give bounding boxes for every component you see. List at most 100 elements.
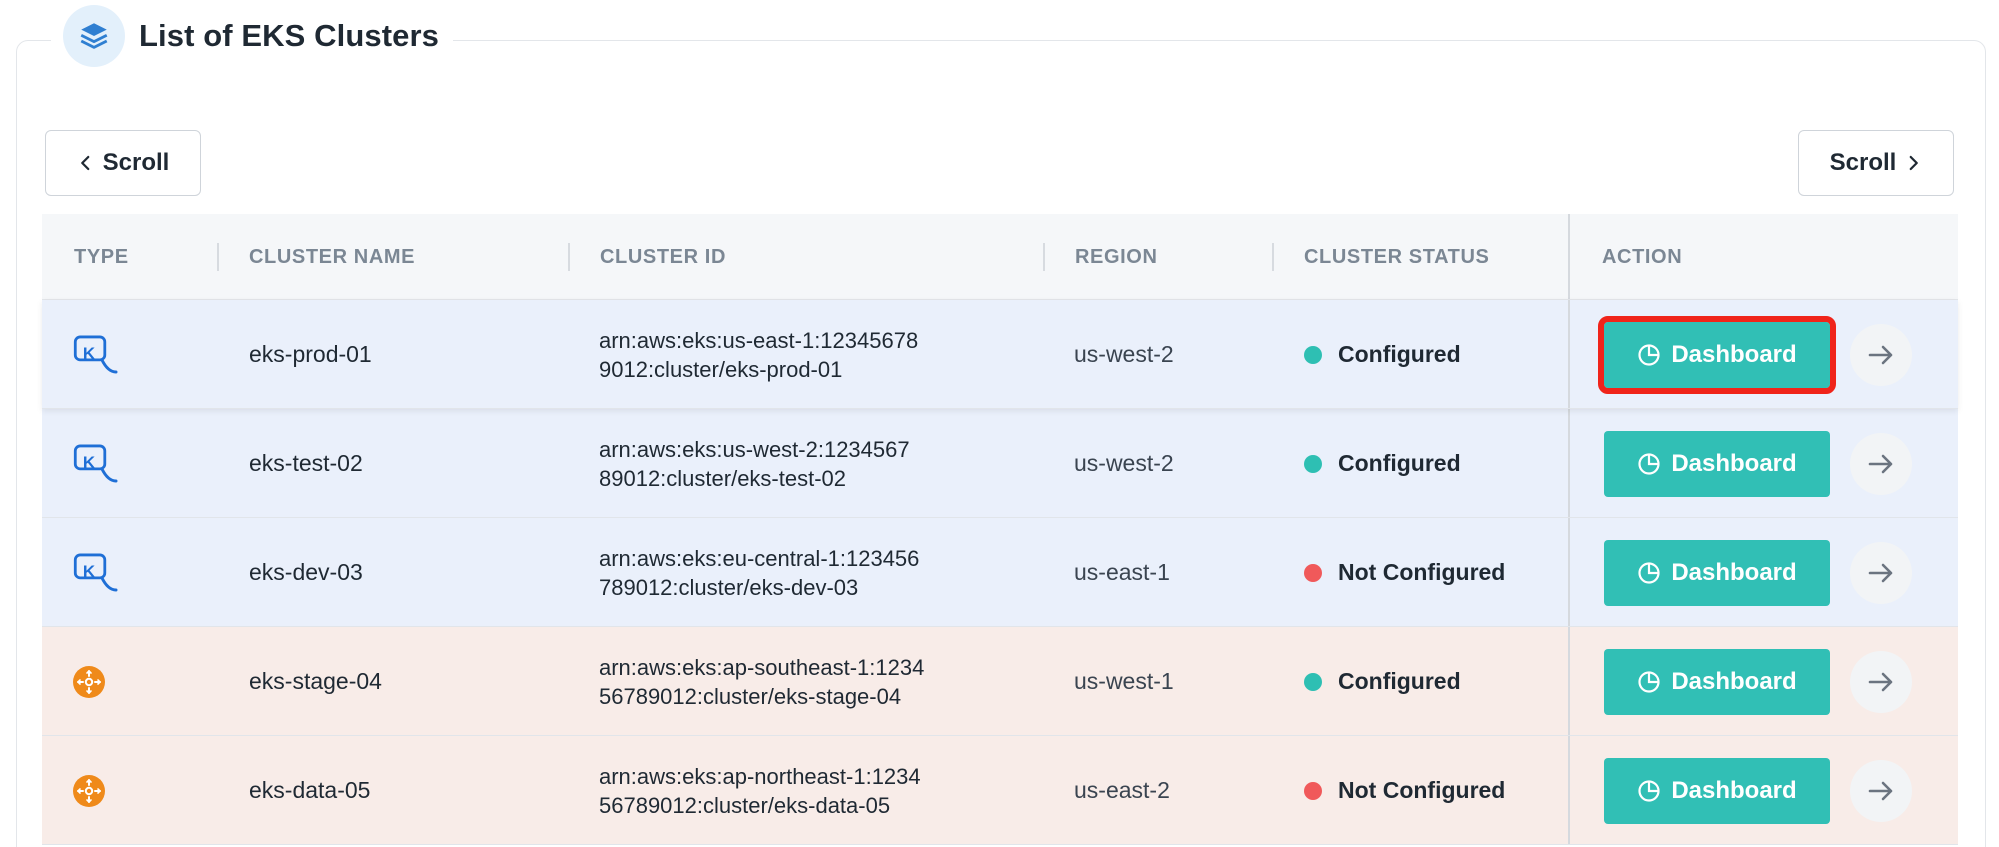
cluster-id-line: arn:aws:eks:ap-northeast-1:1234 xyxy=(599,763,921,789)
dashboard-button[interactable]: Dashboard xyxy=(1604,430,1830,497)
pie-chart-icon xyxy=(1638,779,1660,802)
column-header-type: TYPE xyxy=(74,245,129,268)
cluster-id: arn:aws:eks:us-west-2:1234567 89012:clus… xyxy=(599,409,910,518)
column-header-region: REGION xyxy=(1075,245,1158,268)
chevron-right-icon xyxy=(1909,155,1919,171)
status-dot xyxy=(1304,563,1322,582)
column-divider xyxy=(1043,243,1045,271)
arrow-right-icon xyxy=(1868,563,1893,582)
aws-service-icon xyxy=(72,627,106,736)
scroll-left-button[interactable]: Scroll xyxy=(45,130,201,196)
arrow-right-icon xyxy=(1868,345,1893,364)
dashboard-label: Dashboard xyxy=(1671,667,1797,695)
row-actions: Dashboard xyxy=(1598,300,1912,409)
cluster-id-line: 89012:cluster/eks-test-02 xyxy=(599,465,847,491)
dashboard-button[interactable]: Dashboard xyxy=(1604,539,1830,606)
row-actions: Dashboard xyxy=(1604,409,1912,518)
action-column-divider xyxy=(1568,736,1570,844)
status-dot xyxy=(1304,345,1322,364)
chevron-left-icon xyxy=(80,155,90,171)
cluster-id: arn:aws:eks:us-east-1:12345678 9012:clus… xyxy=(599,300,918,409)
column-header-cluster-status: CLUSTER STATUS xyxy=(1304,245,1490,268)
status-label: Not Configured xyxy=(1338,777,1506,803)
svg-text:K: K xyxy=(83,453,96,472)
cluster-id-line: 56789012:cluster/eks-stage-04 xyxy=(599,683,902,709)
action-column-divider xyxy=(1568,214,1570,299)
kubernetes-icon: K xyxy=(72,409,118,518)
aws-service-icon xyxy=(72,736,106,845)
kubernetes-icon: K xyxy=(72,300,118,409)
action-column-divider xyxy=(1568,409,1570,517)
pie-chart-icon xyxy=(1638,670,1660,693)
arrow-right-icon xyxy=(1868,672,1893,691)
cluster-id-line: arn:aws:eks:ap-southeast-1:1234 xyxy=(599,654,925,680)
cluster-name: eks-test-02 xyxy=(249,450,363,476)
table-row: eks-data-05 arn:aws:eks:ap-northeast-1:1… xyxy=(42,736,1958,845)
pie-chart-icon xyxy=(1638,561,1660,584)
dashboard-label: Dashboard xyxy=(1671,340,1797,368)
panel-header: List of EKS Clusters xyxy=(51,1,453,71)
open-cluster-button[interactable] xyxy=(1850,759,1912,822)
table-row: K eks-dev-03 arn:aws:eks:eu-central-1:12… xyxy=(42,518,1958,627)
scroll-right-button[interactable]: Scroll xyxy=(1798,130,1954,196)
status-label: Configured xyxy=(1338,341,1461,367)
scroll-right-label: Scroll xyxy=(1829,149,1897,176)
dashboard-label: Dashboard xyxy=(1671,776,1797,804)
dashboard-label: Dashboard xyxy=(1671,449,1797,477)
status-label: Not Configured xyxy=(1338,559,1506,585)
action-column-divider xyxy=(1568,518,1570,626)
cluster-region: us-west-2 xyxy=(1074,450,1174,476)
svg-text:K: K xyxy=(83,562,96,581)
kubernetes-icon: K xyxy=(72,518,118,627)
arrow-right-icon xyxy=(1868,781,1893,800)
column-header-cluster-name: CLUSTER NAME xyxy=(249,245,416,268)
cluster-id-line: arn:aws:eks:us-east-1:12345678 xyxy=(599,327,919,353)
column-divider xyxy=(217,243,219,271)
action-column-divider xyxy=(1568,300,1570,408)
cluster-id-line: arn:aws:eks:us-west-2:1234567 xyxy=(599,436,910,462)
dashboard-label: Dashboard xyxy=(1671,558,1797,586)
cluster-status: Configured xyxy=(1304,627,1461,736)
action-column-divider xyxy=(1568,627,1570,735)
row-actions: Dashboard xyxy=(1604,627,1912,736)
table-row: K eks-test-02 arn:aws:eks:us-west-2:1234… xyxy=(42,409,1958,518)
cluster-id-line: 56789012:cluster/eks-data-05 xyxy=(599,792,891,818)
open-cluster-button[interactable] xyxy=(1850,432,1912,495)
cluster-status: Not Configured xyxy=(1304,518,1505,627)
layers-icon xyxy=(63,5,125,67)
cluster-status: Configured xyxy=(1304,300,1461,409)
table-body: K eks-prod-01 arn:aws:eks:us-east-1:1234… xyxy=(42,300,1958,845)
open-cluster-button[interactable] xyxy=(1850,323,1912,386)
cluster-region: us-west-2 xyxy=(1074,341,1174,367)
clusters-table: TYPE CLUSTER NAME CLUSTER ID REGION CLUS… xyxy=(42,214,1958,845)
pie-chart-icon xyxy=(1638,452,1660,475)
dashboard-button[interactable]: Dashboard xyxy=(1604,757,1830,824)
cluster-id: arn:aws:eks:ap-northeast-1:1234 56789012… xyxy=(599,736,921,845)
cluster-status: Not Configured xyxy=(1304,736,1505,845)
column-divider xyxy=(1272,243,1274,271)
column-header-action: ACTION xyxy=(1602,245,1683,268)
table-row: K eks-prod-01 arn:aws:eks:us-east-1:1234… xyxy=(42,300,1958,409)
cluster-name: eks-dev-03 xyxy=(249,559,363,585)
cluster-id: arn:aws:eks:ap-southeast-1:1234 56789012… xyxy=(599,627,924,736)
cluster-name: eks-prod-01 xyxy=(249,341,372,367)
page-title: List of EKS Clusters xyxy=(139,18,439,53)
table-header: TYPE CLUSTER NAME CLUSTER ID REGION CLUS… xyxy=(42,214,1958,300)
pie-chart-icon xyxy=(1638,343,1660,366)
status-label: Configured xyxy=(1338,450,1461,476)
cluster-id: arn:aws:eks:eu-central-1:123456 789012:c… xyxy=(599,518,919,627)
cluster-region: us-west-1 xyxy=(1074,668,1174,694)
row-actions: Dashboard xyxy=(1604,736,1912,845)
column-divider xyxy=(568,243,570,271)
arrow-right-icon xyxy=(1868,454,1893,473)
column-header-cluster-id: CLUSTER ID xyxy=(600,245,726,268)
cluster-id-line: 789012:cluster/eks-dev-03 xyxy=(599,574,859,600)
dashboard-button[interactable]: Dashboard xyxy=(1598,315,1836,394)
dashboard-button[interactable]: Dashboard xyxy=(1604,648,1830,715)
open-cluster-button[interactable] xyxy=(1850,650,1912,713)
cluster-region: us-east-2 xyxy=(1074,777,1170,803)
cluster-id-line: arn:aws:eks:eu-central-1:123456 xyxy=(599,545,920,571)
scroll-left-label: Scroll xyxy=(102,149,170,176)
open-cluster-button[interactable] xyxy=(1850,541,1912,604)
cluster-name: eks-stage-04 xyxy=(249,668,382,694)
